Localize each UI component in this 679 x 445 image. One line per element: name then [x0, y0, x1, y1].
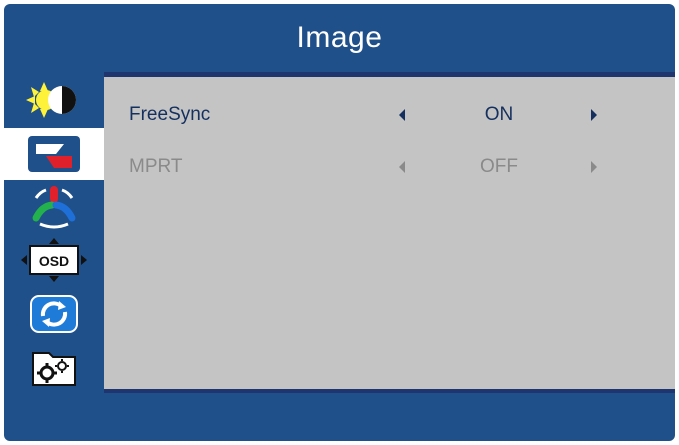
- brightness-contrast-icon: [26, 82, 76, 118]
- page-title: Image: [296, 21, 383, 54]
- sidebar-item-color[interactable]: [4, 181, 104, 233]
- image-icon: [28, 136, 80, 172]
- sidebar-item-reset[interactable]: [4, 288, 104, 340]
- menu-footer: [4, 393, 675, 441]
- settings-icon: [32, 352, 76, 386]
- arrow-left-icon: [399, 161, 405, 173]
- setting-row-freesync[interactable]: FreeSync ON: [104, 100, 675, 130]
- osd-icon: OSD: [21, 238, 87, 282]
- setting-value[interactable]: ON: [469, 104, 529, 126]
- arrow-left-icon[interactable]: [399, 109, 405, 121]
- sidebar-item-image[interactable]: [4, 128, 104, 180]
- sidebar: OSD: [4, 72, 104, 397]
- arrow-right-icon[interactable]: [591, 109, 597, 121]
- arrow-right-icon: [591, 161, 597, 173]
- osd-icon-label: OSD: [39, 253, 69, 269]
- menu-header: Image: [4, 4, 675, 72]
- sidebar-item-brightness[interactable]: [4, 74, 104, 126]
- setting-label: FreeSync: [129, 104, 211, 125]
- sidebar-item-settings[interactable]: [4, 342, 104, 394]
- settings-panel: FreeSync ON MPRT OFF: [104, 72, 675, 394]
- reset-icon: [30, 295, 78, 333]
- setting-label: MPRT: [129, 156, 183, 177]
- color-icon: [32, 186, 76, 229]
- sidebar-item-osd[interactable]: OSD: [4, 234, 104, 286]
- setting-row-mprt: MPRT OFF: [104, 152, 675, 182]
- monitor-osd-menu: Image OSD FreeSync ON MPRT OFF: [4, 4, 675, 441]
- setting-value: OFF: [480, 156, 518, 177]
